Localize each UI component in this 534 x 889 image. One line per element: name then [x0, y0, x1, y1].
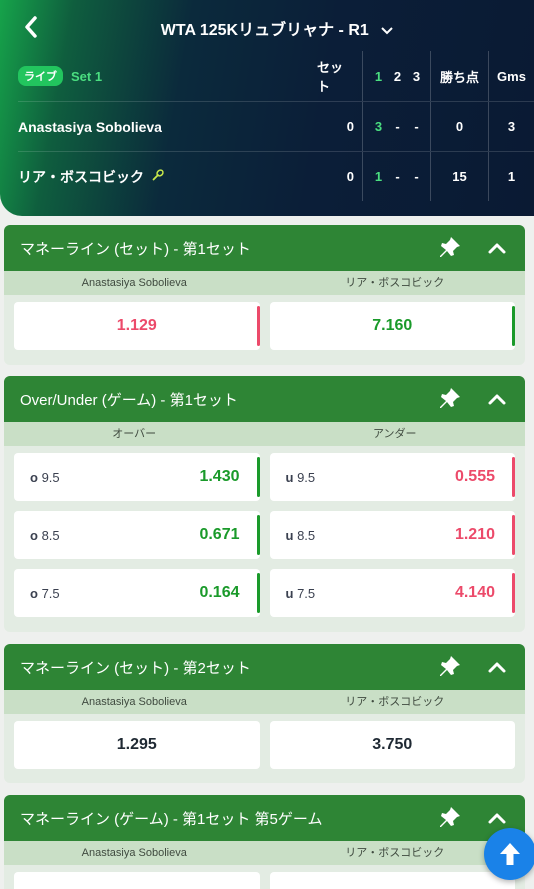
under-odds-button[interactable]: u 7.5 4.140	[269, 569, 515, 617]
under-prefix: u	[285, 527, 294, 543]
chevron-up-icon[interactable]	[487, 660, 507, 674]
odds-value: 0.164	[199, 584, 240, 601]
odds-value: 0.671	[199, 526, 240, 543]
odds-button[interactable]	[14, 872, 260, 889]
column-header: リア・ボスコビック	[345, 277, 445, 289]
player-games: 1	[488, 152, 534, 201]
match-header: WTA 125Kリュブリャナ - R1 ライブ Set 1 セット 1 2 3 …	[0, 0, 534, 216]
under-prefix: u	[285, 469, 294, 485]
over-odds-button[interactable]: o 8.5 0.671	[14, 511, 260, 559]
odds-row: 1.295 3.750	[14, 721, 515, 769]
sets-column-header: セット	[317, 51, 363, 101]
match-title-dropdown[interactable]: WTA 125Kリュブリャナ - R1	[0, 16, 534, 40]
pin-icon[interactable]	[437, 235, 463, 261]
games-column-header: Gms	[488, 51, 534, 101]
player-set-score: -	[414, 119, 419, 134]
player-sets: 0	[317, 102, 363, 151]
odds-value: 1.210	[454, 526, 495, 543]
odds-row	[14, 872, 515, 889]
line-value: 9.5	[297, 469, 316, 485]
player-name: リア・ボスコビック	[18, 168, 144, 185]
market-header[interactable]: Over/Under (ゲーム) - 第1セット	[4, 376, 525, 422]
odds-row: 1.129 7.160	[14, 302, 515, 350]
player-points: 0	[430, 102, 488, 151]
chevron-up-icon[interactable]	[487, 811, 507, 825]
odds-row: o 7.5 0.164 u 7.5 4.140	[14, 569, 515, 617]
scoreboard-player-row: Anastasiya Sobolieva 0 3 - - 0 3	[18, 101, 534, 151]
column-header: Anastasiya Sobolieva	[81, 277, 187, 289]
set-2-header: 2	[393, 68, 402, 84]
column-header: Anastasiya Sobolieva	[81, 696, 187, 708]
column-header: Anastasiya Sobolieva	[81, 847, 187, 859]
line-value: 9.5	[41, 469, 60, 485]
player-name: Anastasiya Sobolieva	[18, 118, 162, 135]
market-title: マネーライン (セット) - 第2セット	[20, 659, 251, 677]
market-header[interactable]: マネーライン (セット) - 第1セット	[4, 225, 525, 271]
player-games: 3	[488, 102, 534, 151]
pin-icon[interactable]	[437, 654, 463, 680]
over-odds-button[interactable]: o 7.5 0.164	[14, 569, 260, 617]
column-header: オーバー	[112, 428, 157, 440]
odds-row: o 9.5 1.430 u 9.5 0.555	[14, 453, 515, 501]
odds-value: 1.430	[199, 468, 240, 485]
column-header: リア・ボスコビック	[345, 696, 445, 708]
player-set-score: -	[414, 169, 419, 184]
match-title: WTA 125Kリュブリャナ - R1	[160, 22, 369, 39]
chevron-up-icon[interactable]	[487, 392, 507, 406]
odds-button[interactable]: 7.160	[269, 302, 515, 350]
player-set-score: -	[395, 169, 400, 184]
live-badge: ライブ	[18, 66, 63, 86]
odds-value: 0.555	[454, 468, 495, 485]
market-header[interactable]: マネーライン (ゲーム) - 第1セット 第5ゲーム	[4, 795, 525, 841]
market-column-headers: Anastasiya Sobolieva リア・ボスコビック	[4, 271, 525, 295]
player-set-score: 1	[374, 169, 383, 184]
under-prefix: u	[285, 585, 294, 601]
current-set-label: Set 1	[71, 68, 103, 84]
over-odds-button[interactable]: o 9.5 1.430	[14, 453, 260, 501]
arrow-up-icon	[500, 843, 520, 865]
odds-button[interactable]: 1.295	[14, 721, 260, 769]
odds-row: o 8.5 0.671 u 8.5 1.210	[14, 511, 515, 559]
player-sets: 0	[317, 152, 363, 201]
pin-icon[interactable]	[437, 805, 463, 831]
odds-button[interactable]	[269, 872, 515, 889]
chevron-down-icon	[381, 27, 393, 35]
market-card: Over/Under (ゲーム) - 第1セット オーバー アンダー o 9.5…	[4, 376, 525, 632]
market-header[interactable]: マネーライン (セット) - 第2セット	[4, 644, 525, 690]
scoreboard-header-row: ライブ Set 1 セット 1 2 3 勝ち点 Gms	[18, 51, 534, 101]
market-card: マネーライン (セット) - 第2セット Anastasiya Soboliev…	[4, 644, 525, 783]
line-value: 7.5	[41, 585, 60, 601]
line-value: 7.5	[297, 585, 316, 601]
market-card: マネーライン (ゲーム) - 第1セット 第5ゲーム Anastasiya So…	[4, 795, 525, 889]
odds-button[interactable]: 3.750	[269, 721, 515, 769]
market-column-headers: Anastasiya Sobolieva リア・ボスコビック	[4, 690, 525, 714]
market-title: マネーライン (セット) - 第1セット	[20, 240, 251, 258]
over-prefix: o	[30, 469, 38, 485]
player-set-score: 3	[374, 119, 383, 134]
player-set-score: -	[395, 119, 400, 134]
market-card: マネーライン (セット) - 第1セット Anastasiya Soboliev…	[4, 225, 525, 365]
line-value: 8.5	[297, 527, 316, 543]
over-prefix: o	[30, 527, 38, 543]
under-odds-button[interactable]: u 9.5 0.555	[269, 453, 515, 501]
scroll-to-top-button[interactable]	[484, 828, 534, 880]
line-value: 8.5	[41, 527, 60, 543]
set-3-header: 3	[412, 68, 421, 84]
odds-button[interactable]: 1.129	[14, 302, 260, 350]
over-prefix: o	[30, 585, 38, 601]
player-points: 15	[430, 152, 488, 201]
under-odds-button[interactable]: u 8.5 1.210	[269, 511, 515, 559]
market-column-headers: Anastasiya Sobolieva リア・ボスコビック	[4, 841, 525, 865]
points-column-header: 勝ち点	[430, 51, 488, 101]
tennis-racket-icon	[152, 169, 164, 184]
scoreboard-player-row: リア・ボスコビック 0 1 - - 15 1	[18, 151, 534, 201]
market-title: マネーライン (ゲーム) - 第1セット 第5ゲーム	[20, 810, 323, 828]
chevron-up-icon[interactable]	[487, 241, 507, 255]
column-header: アンダー	[372, 428, 417, 440]
odds-value: 4.140	[454, 584, 495, 601]
market-column-headers: オーバー アンダー	[4, 422, 525, 446]
set-1-header: 1	[374, 68, 383, 84]
market-title: Over/Under (ゲーム) - 第1セット	[20, 391, 238, 409]
pin-icon[interactable]	[437, 386, 463, 412]
